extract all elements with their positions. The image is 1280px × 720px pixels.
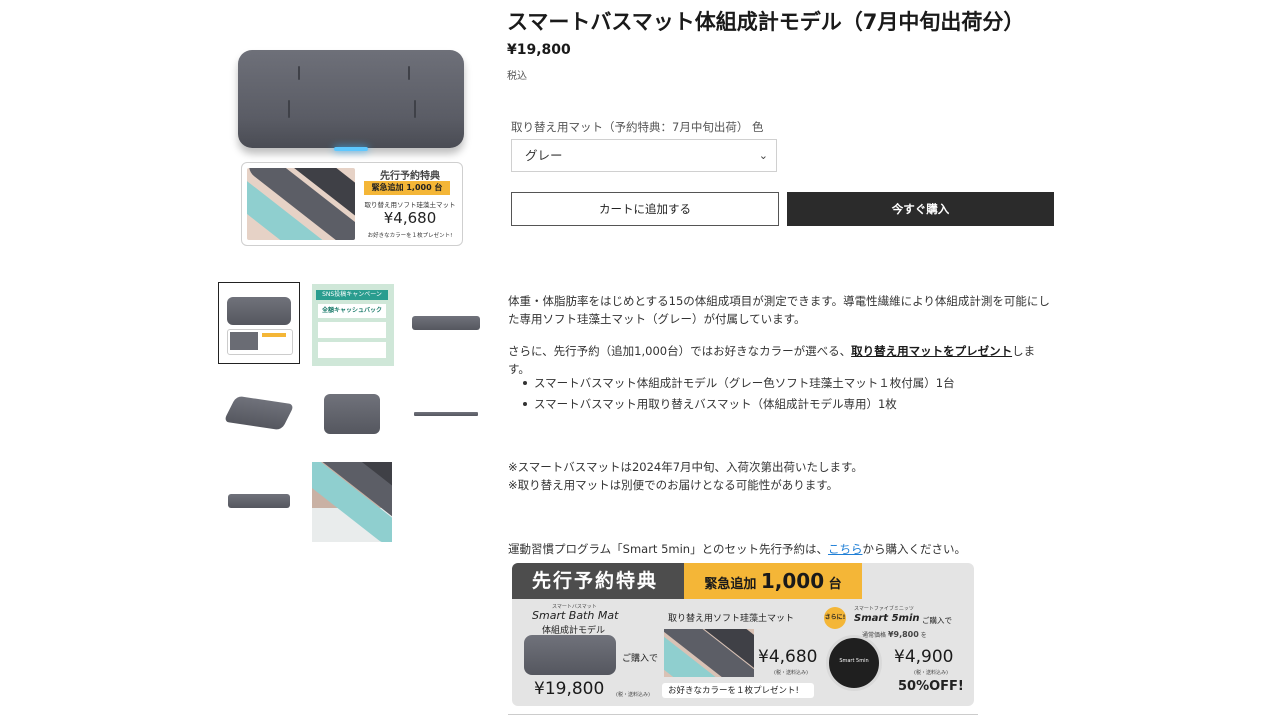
s5-kana: スマートファイブミニッツ: [854, 606, 914, 612]
shipping-note-1: ※スマートバスマットは2024年7月中旬、入荷次第出荷いたします。: [508, 460, 863, 474]
thumbnail-6[interactable]: [406, 376, 488, 458]
main-price-tax: (税・送料込み): [616, 692, 650, 698]
s5-price: ¥4,900: [894, 647, 954, 667]
color-select-value: グレー: [525, 148, 563, 163]
color-swatch-image: [247, 168, 355, 240]
bath-mat-image: [238, 50, 464, 151]
preorder-bonus-banner: 先行予約特典 緊急追加 1,000 台 スマートバスマット Smart Bath…: [512, 563, 974, 706]
buy-now-button[interactable]: 今すぐ購入: [787, 192, 1054, 226]
promo-price: ¥4,680: [383, 209, 437, 227]
mat-note: お好きなカラーを１枚プレゼント!: [668, 686, 799, 696]
p2-text: さらに、先行予約（追加1,000台）ではお好きなカラーが選べる、: [508, 344, 852, 358]
thumbnail-4[interactable]: [218, 376, 300, 458]
list-item: スマートバスマット用取り替えバスマット（体組成計モデル専用）1枚: [508, 394, 1054, 415]
thumbnail-8[interactable]: [312, 462, 392, 542]
banner-head: 先行予約特典: [512, 563, 684, 599]
list-item: スマートバスマット体組成計モデル（グレー色ソフト珪藻土マット１枚付属）1台: [508, 373, 1054, 394]
smart5min-device-image: Smart 5min: [826, 635, 882, 691]
mat-price: ¥4,680: [758, 647, 818, 667]
thumbnail-7[interactable]: [218, 462, 300, 544]
smart5min-set-link[interactable]: こちら: [828, 542, 863, 556]
tax-note: 税込: [507, 71, 527, 82]
urgent-suffix: 台: [828, 577, 842, 592]
product-title: スマートバスマット体組成計モデル（7月中旬出荷分）: [507, 10, 1025, 34]
thumbnail-1[interactable]: [218, 282, 300, 364]
s5-name: Smart 5min: [854, 613, 920, 624]
thumbnail-2-sns-campaign[interactable]: SNS投稿キャンペーン 全額キャッシュバック: [312, 284, 394, 366]
sns-thumb-subtitle: 全額キャッシュバック: [318, 304, 386, 318]
thumbnail-3[interactable]: [406, 284, 488, 366]
sns-thumb-title: SNS投稿キャンペーン: [316, 290, 388, 300]
regular-price: ¥9,800: [887, 630, 919, 639]
mat-label: 取り替え用ソフト珪藻土マット: [668, 614, 795, 624]
mat-present-link[interactable]: 取り替え用マットをプレゼント: [851, 344, 1012, 358]
urgent-count: 1,000: [760, 569, 825, 593]
color-select[interactable]: グレー ⌄: [511, 139, 777, 172]
p3-text-end: から購入ください。: [862, 542, 966, 556]
divider: [508, 714, 978, 715]
main-price: ¥19,800: [534, 679, 605, 699]
description-paragraph-1: 体重・体脂肪率をはじめとする15の体組成項目が測定できます。導電性繊維により体組…: [508, 294, 1050, 326]
mat-swatch-image: [664, 629, 754, 677]
option-label: 取り替え用マット（予約特典：7月中旬出荷） 色: [511, 120, 764, 134]
chevron-down-icon: ⌄: [758, 149, 768, 162]
add-to-cart-button[interactable]: カートに追加する: [511, 192, 779, 226]
promo-note: お好きなカラーを１枚プレゼント!: [367, 233, 453, 239]
banner-urgent: 緊急追加 1,000 台: [684, 563, 862, 599]
regular-suffix: を: [920, 632, 927, 639]
preorder-bonus-card: 先行予約特典 緊急追加 1,000 台 取り替え用ソフト珪藻土マット ¥4,68…: [241, 162, 463, 246]
urgent-prefix: 緊急追加: [704, 577, 757, 592]
discount-label: 50%OFF!: [898, 679, 964, 694]
sarani-badge: さらに!: [824, 607, 846, 629]
p3-text: 運動習慣プログラム「Smart 5min」とのセット先行予約は、: [508, 542, 828, 556]
device-label: Smart 5min: [839, 658, 869, 664]
thumbnail-5[interactable]: [312, 376, 394, 458]
product-price: ¥19,800: [507, 42, 571, 58]
promo-subtitle: 取り替え用ソフト珪藻土マット: [364, 201, 456, 209]
description-paragraph-3: 運動習慣プログラム「Smart 5min」とのセット先行予約は、こちらから購入く…: [508, 540, 1054, 558]
s5-price-tax: (税・送料込み): [914, 670, 948, 676]
mat-note-box: お好きなカラーを１枚プレゼント!: [662, 683, 814, 698]
promo-badge: 緊急追加 1,000 台: [364, 181, 450, 195]
included-items-list: スマートバスマット体組成計モデル（グレー色ソフト珪藻土マット１枚付属）1台 スマ…: [508, 373, 1054, 415]
regular-price-line: 通常価格 ¥9,800 を: [862, 630, 927, 639]
brand-name: Smart Bath Mat: [532, 609, 619, 622]
shipping-note-2: ※取り替え用マットは別便でのお届けとなる可能性があります。: [508, 478, 839, 492]
main-product-image[interactable]: 先行予約特典 緊急追加 1,000 台 取り替え用ソフト珪藻土マット ¥4,68…: [236, 48, 466, 248]
promo-title: 先行予約特典: [380, 171, 440, 182]
purchase-label: ご購入で: [622, 654, 659, 664]
s5-purchase: ご購入で: [922, 616, 952, 625]
mat-price-tax: (税・送料込み): [774, 670, 808, 676]
